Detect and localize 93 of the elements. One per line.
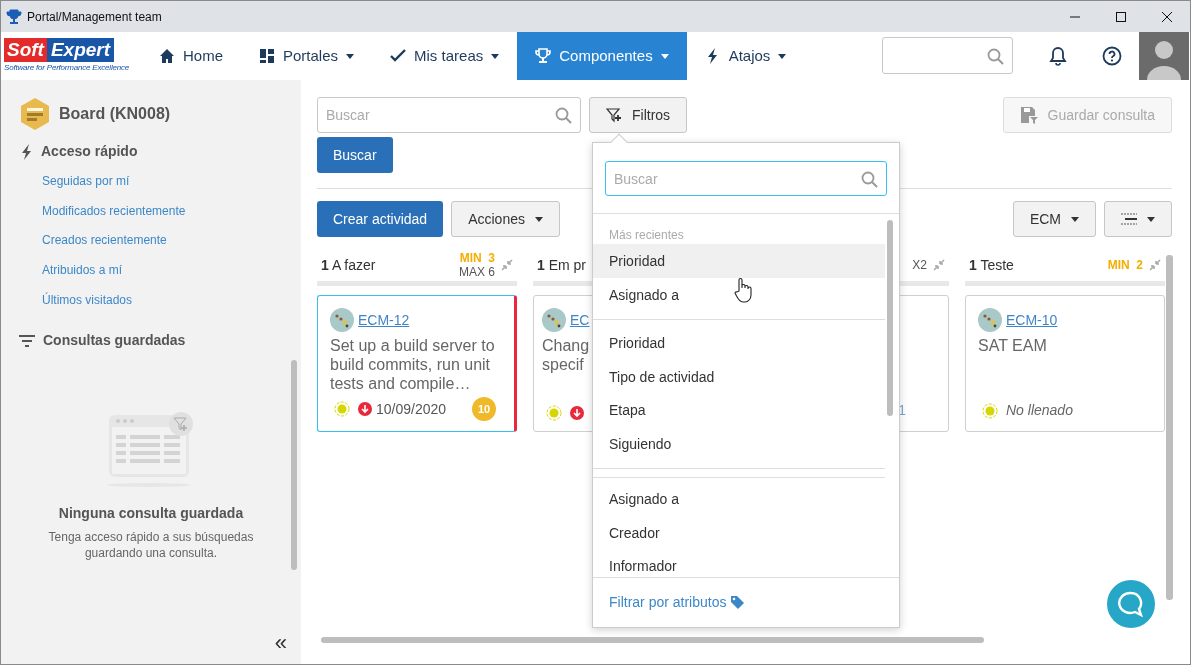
- collapse-sidebar-button[interactable]: «: [272, 632, 289, 654]
- activity-card[interactable]: ECM-12 Set up a build server to build commits, run unit tests and compile… 10/09/2020 10: [317, 295, 517, 432]
- check-icon: [390, 48, 407, 64]
- nav-tab[interactable]: Portales: [241, 32, 373, 80]
- score-badge: 10: [472, 397, 496, 421]
- window-title: Portal/Management team: [27, 8, 162, 26]
- search-field[interactable]: Buscar: [317, 97, 581, 133]
- status-icon: [334, 401, 350, 417]
- filter-by-attributes-link[interactable]: Filtrar por atributos: [609, 592, 727, 613]
- chat-bubble-icon: [1118, 591, 1144, 617]
- filter-option[interactable]: Creador: [593, 516, 885, 550]
- priority-down-icon: [358, 402, 372, 416]
- logo[interactable]: Soft Expert Software for Performance Excellence: [1, 32, 141, 80]
- bolt-icon: [21, 143, 33, 160]
- filter-option[interactable]: Prioridad: [593, 327, 885, 361]
- nav-tab[interactable]: Componentes: [517, 32, 687, 80]
- section-heading: Consultas guardadas: [43, 331, 186, 351]
- scrollbar[interactable]: [887, 220, 893, 416]
- empty-state-text: Tenga acceso rápido a sus búsquedas guardando una consulta.: [47, 530, 255, 562]
- activity-type-icon: [330, 308, 354, 332]
- scrollbar[interactable]: [1166, 255, 1173, 600]
- scrollbar[interactable]: [321, 637, 984, 643]
- filter-option[interactable]: Asignado a: [593, 278, 885, 312]
- wip-max-limit: X2: [912, 257, 927, 274]
- list-view-icon: [1121, 213, 1137, 225]
- activity-id-link[interactable]: ECM-12: [358, 309, 410, 331]
- filter-option[interactable]: Etapa: [593, 394, 885, 428]
- create-activity-button[interactable]: Crear actividad: [317, 201, 444, 237]
- nav-tab[interactable]: Mis tareas: [372, 32, 518, 80]
- actions-button[interactable]: Acciones: [451, 201, 560, 237]
- close-icon: [1162, 11, 1172, 22]
- chat-button[interactable]: [1107, 580, 1155, 628]
- wip-min-limit: MIN 3: [459, 250, 495, 265]
- trophy-icon: [535, 48, 552, 64]
- board-icon: [19, 97, 51, 131]
- nav-tab[interactable]: Atajos: [686, 32, 805, 80]
- help-icon: [1102, 46, 1122, 66]
- type-filter-button[interactable]: ECM: [1012, 201, 1096, 237]
- quick-access-link[interactable]: Creados recientemente: [19, 231, 301, 262]
- activity-title: SAT EAM: [978, 336, 1047, 356]
- wip-max-limit: MAX 6: [459, 265, 495, 280]
- board-title: Board (KN008): [59, 104, 171, 124]
- quick-access-link[interactable]: Seguidas por mí: [19, 172, 301, 202]
- status-text: No llenado: [1006, 401, 1073, 420]
- search-button[interactable]: Buscar: [317, 137, 393, 173]
- activity-title: Chang specif: [542, 336, 590, 375]
- maximize-icon: [1116, 11, 1126, 22]
- empty-state-title: Ninguna consulta guardada: [58, 504, 244, 524]
- search-field[interactable]: [882, 37, 1013, 74]
- activity-card[interactable]: ECM-10 SAT EAM No llenado: [965, 295, 1165, 432]
- nav-tab[interactable]: Home: [141, 32, 241, 80]
- filter-option[interactable]: Informador: [593, 550, 885, 577]
- status-icon: [982, 402, 998, 419]
- trophy-icon: [6, 8, 22, 25]
- activity-type-icon: [542, 308, 566, 332]
- filter-option[interactable]: Siguiendo: [593, 427, 885, 461]
- column-title: 1 A fazer: [321, 255, 376, 275]
- compress-icon[interactable]: [501, 259, 513, 271]
- filter-search-field[interactable]: Buscar: [605, 161, 887, 196]
- quick-access-link[interactable]: Atribuidos a mí: [19, 261, 301, 291]
- menu-section-heading: Más recientes: [608, 227, 685, 244]
- tag-icon: [730, 595, 746, 610]
- filter-option[interactable]: Prioridad: [593, 244, 885, 278]
- scrollbar[interactable]: [291, 360, 297, 570]
- search-icon: [861, 170, 878, 188]
- wip-min-limit: MIN 2: [1107, 257, 1143, 273]
- due-date: 10/09/2020: [376, 399, 447, 419]
- grid-icon: [259, 48, 275, 64]
- filters-button[interactable]: Filtros: [589, 97, 688, 133]
- save-icon: [1019, 106, 1038, 124]
- compress-icon[interactable]: [933, 259, 945, 271]
- priority-down-icon: [570, 406, 584, 420]
- column-title: 1 Teste: [969, 255, 1014, 275]
- activity-id-link[interactable]: ECM-10: [1006, 309, 1058, 331]
- quick-access-link[interactable]: Modificados recientemente: [19, 201, 301, 232]
- activity-title: Set up a build server to build commits, run unit tests and compile…: [330, 336, 496, 394]
- search-icon: [987, 47, 1004, 65]
- activity-id-link[interactable]: EC: [570, 309, 590, 331]
- section-heading: Acceso rápido: [41, 142, 138, 161]
- home-icon: [159, 48, 175, 64]
- search-icon: [555, 107, 572, 124]
- view-options-button[interactable]: [1104, 201, 1172, 237]
- filter-plus-icon: [606, 107, 622, 123]
- filter-option[interactable]: Tipo de actividad: [593, 360, 885, 394]
- quick-access-link[interactable]: Últimos visitados: [19, 290, 301, 321]
- compress-icon[interactable]: [1149, 259, 1161, 271]
- filter-option[interactable]: Asignado a: [593, 483, 885, 517]
- filter-lines-icon: [19, 334, 35, 347]
- status-icon: [546, 405, 562, 421]
- activity-type-icon: [978, 308, 1002, 332]
- bell-icon: [1049, 46, 1067, 66]
- column-title: 1 Em pr: [537, 255, 587, 275]
- hand-cursor-icon: [733, 277, 755, 303]
